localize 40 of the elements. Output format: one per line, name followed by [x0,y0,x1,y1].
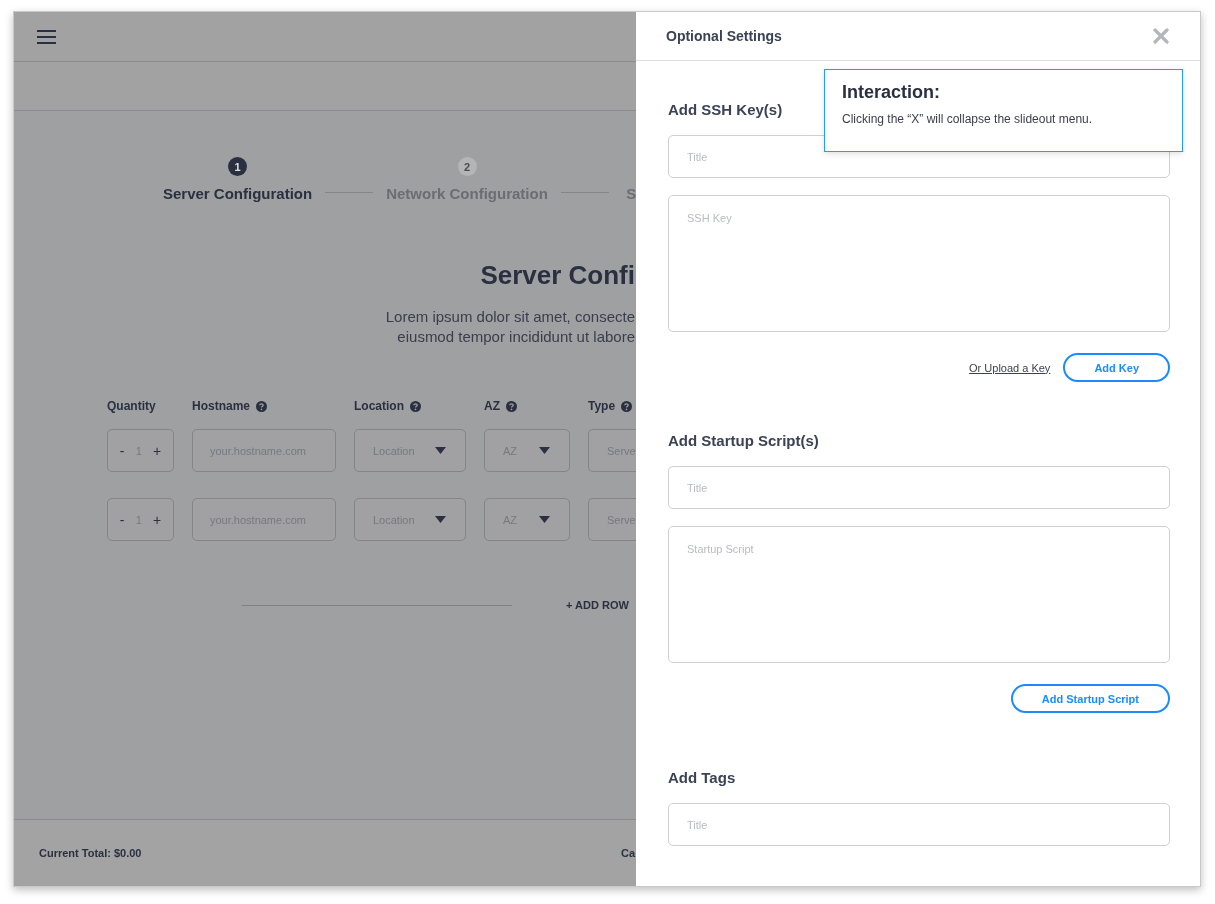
caret-icon [539,516,550,523]
section-heading: Add SSH Key(s) [668,101,784,118]
column-label: Type [588,399,616,413]
add-row-link[interactable]: + ADD ROW [566,599,629,611]
decrement-button[interactable]: - [119,442,125,459]
help-icon[interactable] [621,400,633,412]
upload-link[interactable]: Or Upload a Key [969,361,1051,374]
current-total: Current Total: $0.00 [39,847,142,859]
caret-icon [539,447,550,454]
caret-icon [435,516,446,523]
increment-button[interactable]: + [153,442,162,459]
caret-icon [435,447,446,454]
column-label: Hostname [192,399,250,413]
footer-button[interactable]: Ca [620,847,635,859]
increment-button[interactable]: + [153,511,162,528]
step-label[interactable]: Server Configuration [163,185,313,202]
column-label: AZ [484,399,500,413]
panel-title: Optional Settings [666,28,782,44]
section-heading: Add Tags [668,769,737,786]
help-icon[interactable] [256,400,267,412]
help-icon[interactable] [410,400,421,412]
title-field[interactable]: Title [668,466,1170,509]
page-heading: Server Confi [479,260,636,291]
title-field[interactable]: Title [668,803,1170,846]
add-button[interactable]: Add Key [1063,353,1170,382]
text-area[interactable]: Startup Script [668,526,1170,663]
description-text: Lorem ipsum dolor sit amet, consecte [384,307,635,327]
section-heading: Add Startup Script(s) [668,432,820,449]
add-button[interactable]: Add Startup Script [1010,684,1170,713]
column-label: Location [354,399,404,413]
step-number: 1 [228,157,248,176]
column-label: Quantity [107,399,156,413]
step-number: 2 [457,157,477,176]
text-area[interactable]: SSH Key [668,195,1170,332]
help-icon[interactable] [506,400,517,412]
annotation-title: Interaction: [842,82,941,103]
menu-icon[interactable] [37,29,56,44]
description-text: eiusmod tempor incididunt ut labore [396,327,635,347]
decrement-button[interactable]: - [119,511,125,528]
annotation-text: Clicking the “X” will collapse the slideout menu. [842,112,1094,126]
